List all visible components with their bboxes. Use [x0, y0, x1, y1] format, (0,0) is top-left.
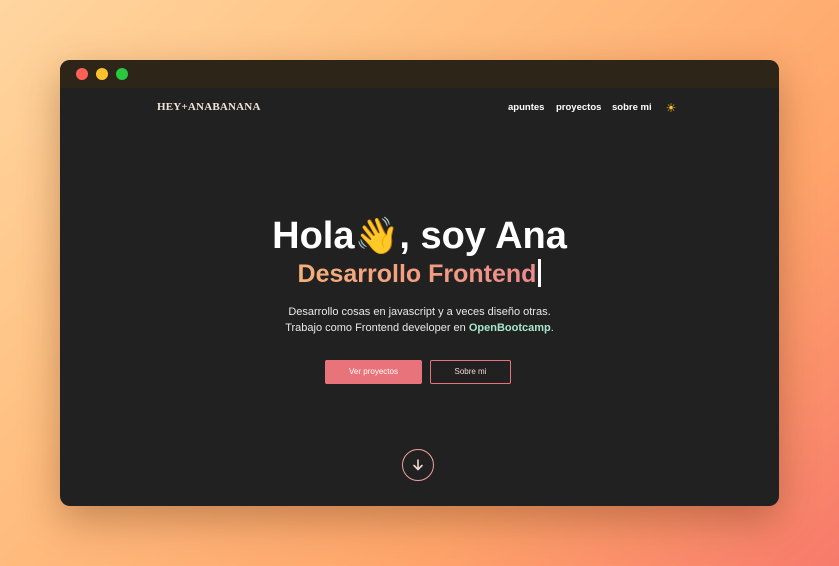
hero-title-greeting: Hola [272, 215, 355, 257]
hero-title-name: , soy Ana [399, 215, 567, 257]
typed-subtitle: Desarrollo Frontend [297, 260, 537, 288]
maximize-window-button[interactable] [116, 68, 128, 80]
waving-hand-icon: 👋 [354, 215, 400, 256]
typing-cursor [538, 259, 542, 287]
scroll-down-button[interactable] [402, 449, 434, 481]
close-window-button[interactable] [76, 68, 88, 80]
hero-title: Hola👋, soy Ana [60, 213, 779, 259]
sobre-mi-button[interactable]: Sobre mi [430, 360, 511, 384]
nav-item-apuntes[interactable]: apuntes [508, 102, 544, 113]
nav-item-proyectos[interactable]: proyectos [556, 102, 601, 113]
hero-description-text: Trabajo como Frontend developer en [285, 322, 469, 334]
browser-window: HEY+ANABANANA apuntes proyectos sobre mi… [60, 60, 779, 506]
minimize-window-button[interactable] [96, 68, 108, 80]
hero-description-line-1: Desarrollo cosas en javascript y a veces… [288, 306, 551, 318]
site-logo[interactable]: HEY+ANABANANA [157, 101, 261, 113]
window-titlebar [60, 60, 779, 88]
openbootcamp-link[interactable]: OpenBootcamp [469, 322, 551, 334]
hero-description-period: . [550, 322, 554, 334]
hero-subtitle: Desarrollo Frontend [60, 257, 779, 291]
sun-icon[interactable]: ☀ [664, 101, 678, 115]
hero-description-line-2: Trabajo como Frontend developer en OpenB… [60, 320, 779, 336]
arrow-down-icon [413, 459, 423, 471]
ver-proyectos-button[interactable]: Ver proyectos [325, 360, 422, 384]
nav-item-sobre-mi[interactable]: sobre mi [612, 102, 652, 113]
